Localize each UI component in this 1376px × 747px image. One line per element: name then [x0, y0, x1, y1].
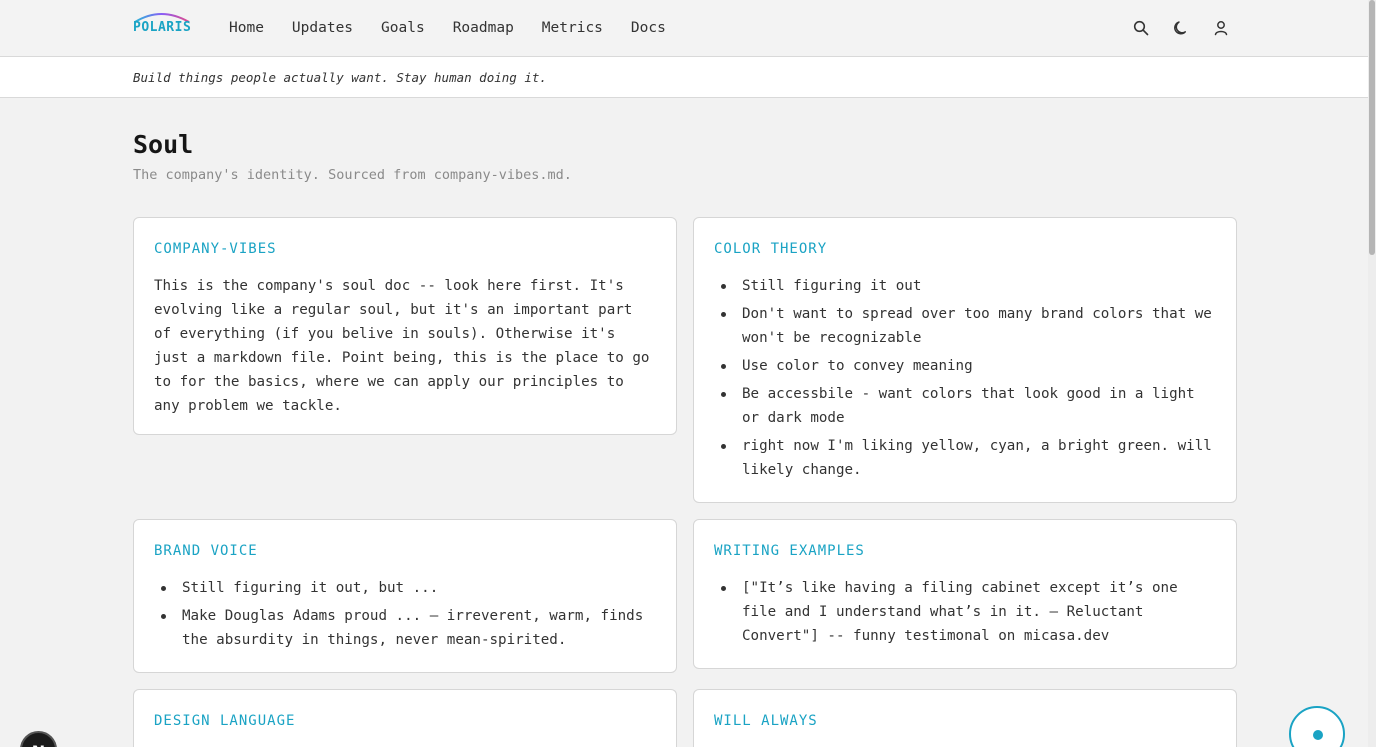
assistant-fab-button[interactable] — [1289, 706, 1345, 747]
list-item: Don't want to spread over too many brand… — [714, 302, 1216, 350]
tagline: Build things people actually want. Stay … — [133, 70, 547, 85]
list-item: Still figuring it out — [714, 274, 1216, 298]
card-writing-examples: WRITING EXAMPLES ["It’s like having a fi… — [693, 519, 1237, 669]
card-list: Still figuring it out, but ... Make Doug… — [154, 576, 656, 652]
logo-text: POLARIS — [133, 20, 192, 35]
tagline-bar: Build things people actually want. Stay … — [0, 57, 1368, 98]
dev-badge[interactable]: N — [20, 731, 57, 747]
card-title: WRITING EXAMPLES — [714, 543, 865, 559]
card-list: ["It’s like having a filing cabinet exce… — [714, 576, 1216, 648]
list-item: Make Douglas Adams proud ... — irreveren… — [154, 604, 656, 652]
card-brand-voice: BRAND VOICE Still figuring it out, but .… — [133, 519, 677, 673]
list-item: Still figuring it out, but ... — [154, 576, 656, 600]
nav-docs[interactable]: Docs — [631, 19, 666, 37]
user-icon[interactable] — [1211, 18, 1231, 38]
card-list: Still figuring it out Don't want to spre… — [714, 274, 1216, 482]
fab-dot-icon — [1313, 730, 1323, 740]
scrollbar[interactable] — [1368, 0, 1376, 747]
search-icon[interactable] — [1131, 18, 1151, 38]
polaris-logo[interactable]: POLARIS — [133, 10, 193, 40]
top-nav: POLARIS Home Updates Goals Roadmap Metri… — [0, 0, 1368, 57]
nav-home[interactable]: Home — [229, 19, 264, 37]
list-item: ["It’s like having a filing cabinet exce… — [714, 576, 1216, 648]
list-item: Be accessbile - want colors that look go… — [714, 382, 1216, 430]
main-nav: Home Updates Goals Roadmap Metrics Docs — [229, 19, 694, 37]
nav-roadmap[interactable]: Roadmap — [453, 19, 514, 37]
card-body: This is the company's soul doc -- look h… — [154, 278, 650, 414]
page-title: Soul — [133, 130, 194, 159]
card-will-always: WILL ALWAYS — [693, 689, 1237, 747]
card-title: COMPANY-VIBES — [154, 241, 277, 257]
scrollbar-thumb[interactable] — [1369, 0, 1375, 255]
list-item: Use color to convey meaning — [714, 354, 1216, 378]
card-title: DESIGN LANGUAGE — [154, 713, 296, 729]
header-actions — [1131, 18, 1251, 38]
card-title: COLOR THEORY — [714, 241, 828, 257]
nav-updates[interactable]: Updates — [292, 19, 353, 37]
page-subtitle: The company's identity. Sourced from com… — [133, 167, 572, 183]
list-item: right now I'm liking yellow, cyan, a bri… — [714, 434, 1216, 482]
card-title: WILL ALWAYS — [714, 713, 818, 729]
nav-metrics[interactable]: Metrics — [542, 19, 603, 37]
card-color-theory: COLOR THEORY Still figuring it out Don't… — [693, 217, 1237, 503]
card-company-vibes: COMPANY-VIBES This is the company's soul… — [133, 217, 677, 435]
card-design-language: DESIGN LANGUAGE — [133, 689, 677, 747]
card-title: BRAND VOICE — [154, 543, 258, 559]
nav-goals[interactable]: Goals — [381, 19, 425, 37]
moon-icon[interactable] — [1171, 18, 1191, 38]
